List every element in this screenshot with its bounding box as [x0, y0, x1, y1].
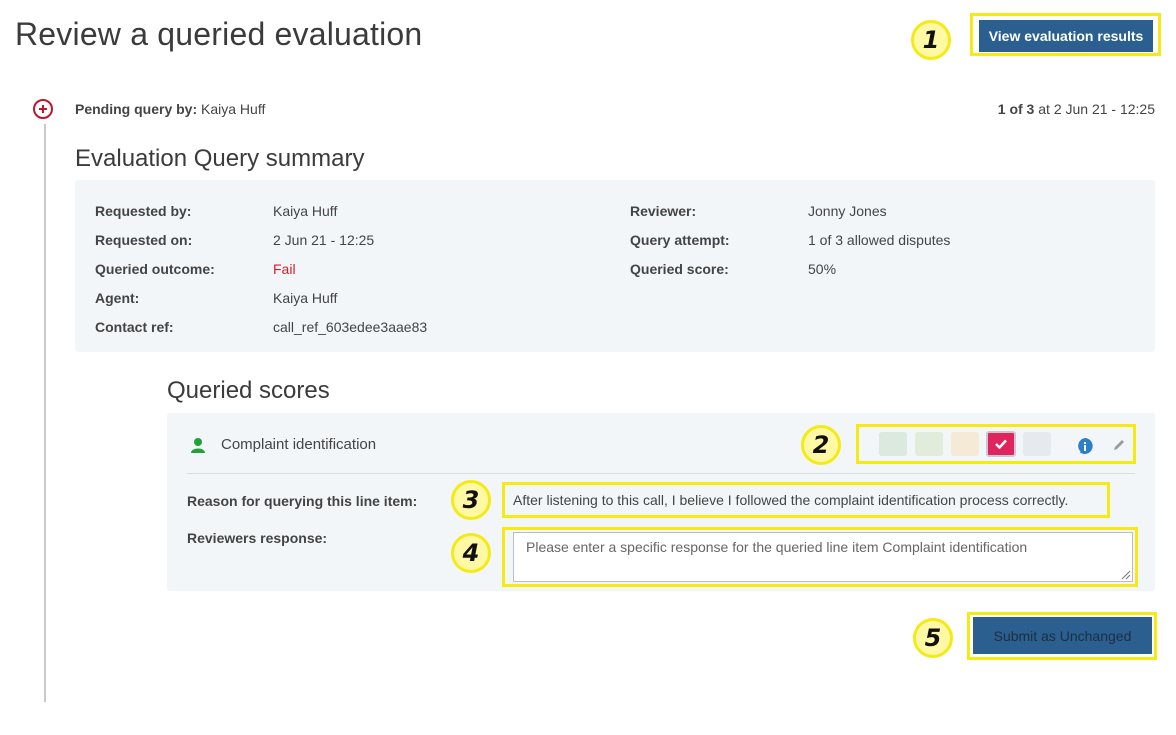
- queried-outcome-label: Queried outcome:: [95, 261, 215, 277]
- summary-heading: Evaluation Query summary: [75, 145, 365, 172]
- reviewer-label: Reviewer:: [630, 203, 697, 219]
- requested-on-value: 2 Jun 21 - 12:25: [273, 232, 375, 248]
- requested-by-value: Kaiya Huff: [273, 203, 338, 219]
- timeline-line: [44, 124, 46, 702]
- queried-score-value: 50%: [808, 261, 837, 277]
- score-option-na[interactable]: [1023, 432, 1051, 456]
- contact-ref-value: call_ref_603edee3aae83: [273, 319, 428, 335]
- expand-plus-icon[interactable]: [33, 99, 53, 119]
- reviewers-response-textarea[interactable]: Please enter a specific response for the…: [513, 532, 1133, 582]
- agent-label: Agent:: [95, 290, 140, 306]
- callout-badge-1: 1: [911, 20, 951, 60]
- reason-label: Reason for querying this line item:: [187, 493, 418, 509]
- callout-badge-4: 4: [451, 533, 491, 573]
- checkmark-icon: [995, 439, 1007, 449]
- queried-score-label: Queried score:: [630, 261, 729, 277]
- requested-on-label: Requested on:: [95, 232, 193, 248]
- contact-ref-label: Contact ref:: [95, 319, 174, 335]
- score-option-2[interactable]: [915, 432, 943, 456]
- callout-badge-2: 2: [801, 425, 841, 465]
- query-attempt-label: Query attempt:: [630, 232, 730, 248]
- score-option-1[interactable]: [879, 432, 907, 456]
- queried-scores-heading: Queried scores: [167, 377, 330, 404]
- resize-handle-icon[interactable]: [1121, 570, 1131, 580]
- query-timestamp: 2 Jun 21 - 12:25: [1053, 101, 1155, 117]
- callout-badge-3: 3: [451, 480, 491, 520]
- page-title: Review a queried evaluation: [15, 16, 423, 52]
- score-option-3[interactable]: [951, 432, 979, 456]
- view-evaluation-results-button[interactable]: View evaluation results: [979, 20, 1153, 52]
- reason-text: After listening to this call, I believe …: [513, 492, 1069, 508]
- reviewer-value: Jonny Jones: [808, 203, 887, 219]
- queried-outcome-value: Fail: [273, 261, 296, 277]
- edit-pencil-icon[interactable]: [1112, 438, 1126, 452]
- query-position: 1 of 3 at 2 Jun 21 - 12:25: [998, 101, 1155, 117]
- reviewers-response-label: Reviewers response:: [187, 530, 328, 546]
- score-option-selected[interactable]: [986, 431, 1016, 457]
- scores-divider: [187, 473, 1135, 474]
- requested-by-label: Requested by:: [95, 203, 192, 219]
- pending-query-label: Pending query by:: [75, 101, 198, 117]
- pending-query-line: Pending query by: Kaiya Huff: [75, 101, 265, 117]
- summary-panel: [75, 180, 1155, 352]
- query-at-label: at: [1038, 101, 1050, 117]
- agent-value: Kaiya Huff: [273, 290, 338, 306]
- info-icon[interactable]: [1076, 437, 1094, 457]
- line-item-name: Complaint identification: [221, 436, 377, 453]
- pending-query-name: Kaiya Huff: [201, 101, 266, 117]
- submit-as-unchanged-button[interactable]: Submit as Unchanged: [973, 617, 1152, 654]
- query-attempt-value: 1 of 3 allowed disputes: [808, 232, 951, 248]
- agent-person-icon: [191, 438, 205, 453]
- callout-badge-5: 5: [913, 618, 953, 658]
- query-position-count: 1 of 3: [997, 101, 1035, 117]
